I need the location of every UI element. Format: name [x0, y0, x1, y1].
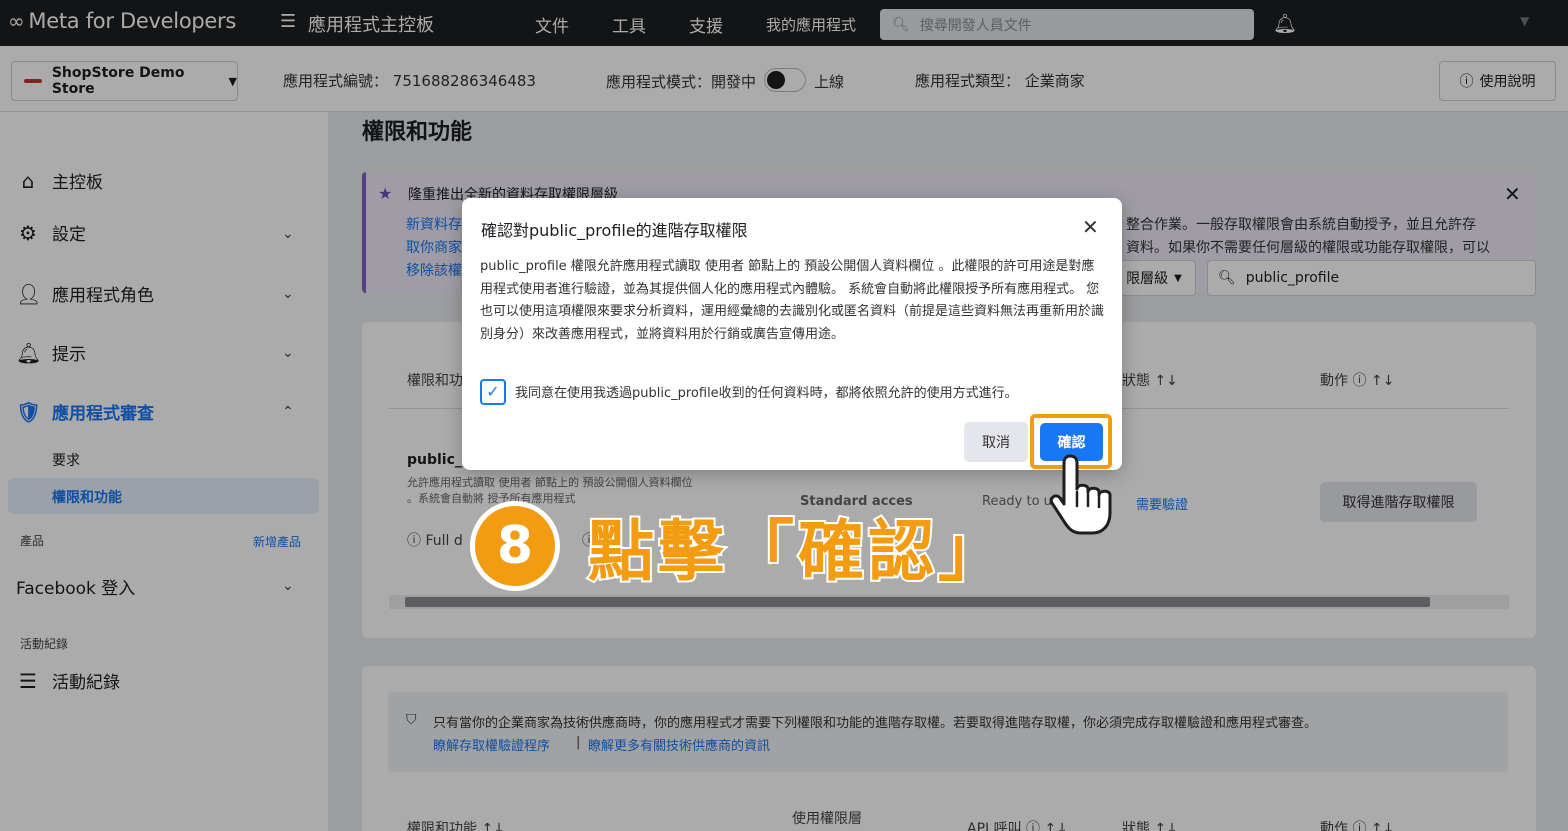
cancel-button[interactable]: 取消: [964, 422, 1028, 462]
confirm-advanced-access-dialog: 確認對public_profile的進階存取權限 ✕ public_profil…: [462, 198, 1122, 470]
checkmark-icon: ✓: [486, 382, 500, 401]
dialog-body: public_profile 權限允許應用程式讀取 使用者 節點上的 預設公開個…: [480, 259, 1105, 342]
close-icon[interactable]: ✕: [1082, 215, 1099, 239]
step-annotation: 8 點擊「確認」: [470, 498, 1008, 594]
agreement-label[interactable]: 我同意在使用我透過public_profile收到的任何資料時，都將依照允許的使…: [515, 382, 1018, 401]
step-number-badge: 8: [470, 501, 560, 591]
dialog-title: 確認對public_profile的進階存取權限: [481, 221, 748, 240]
step-instruction: 點擊「確認」: [586, 511, 1008, 592]
pointing-hand-icon: [1048, 452, 1118, 554]
agreement-checkbox[interactable]: ✓: [480, 379, 506, 405]
